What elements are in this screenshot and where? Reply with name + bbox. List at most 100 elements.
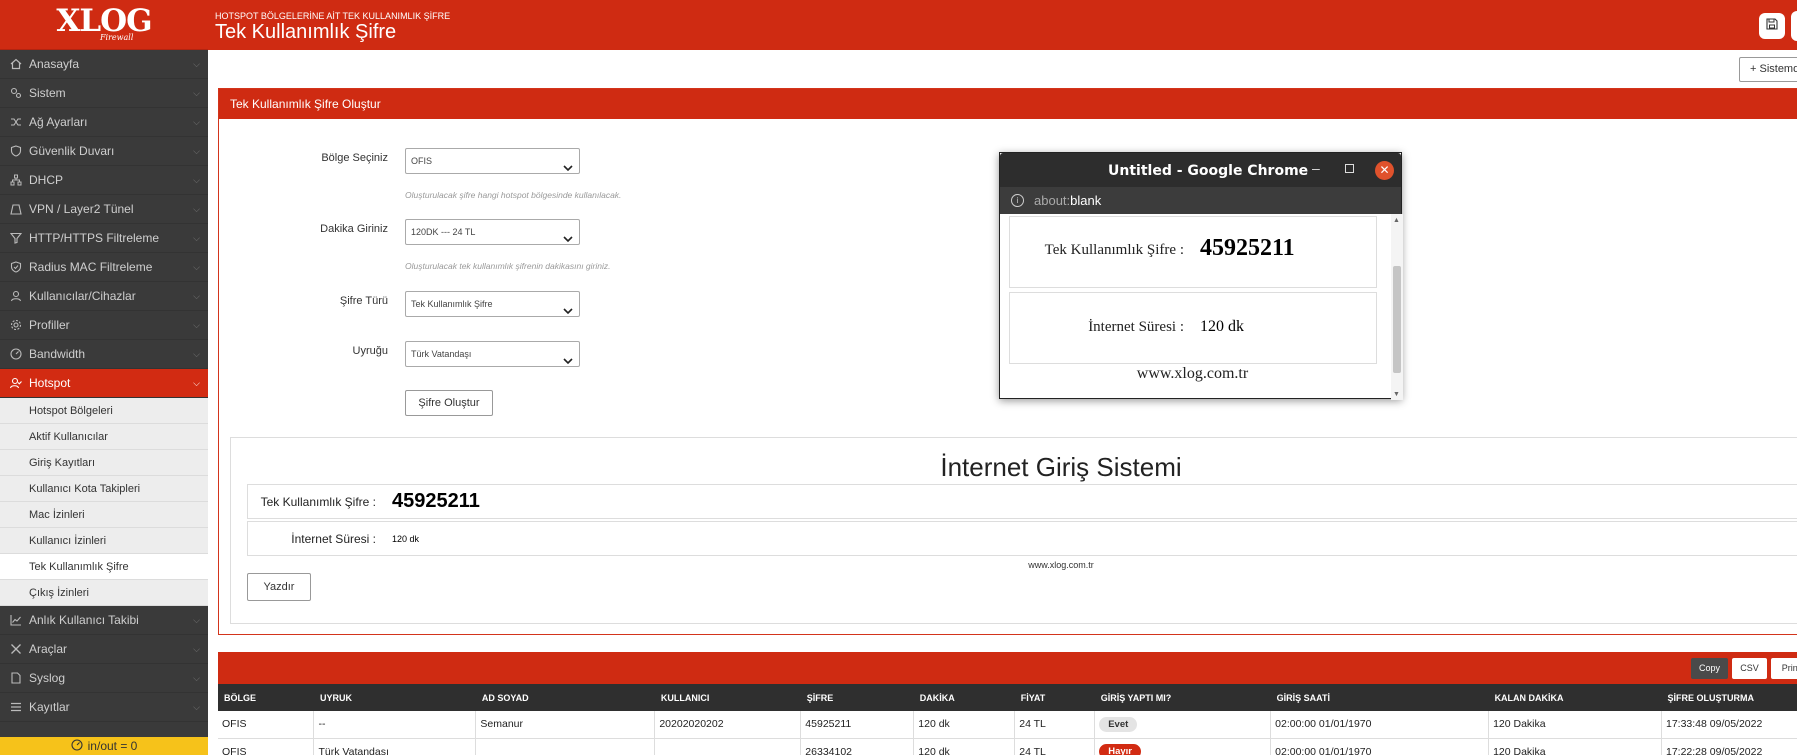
add-system-button[interactable]: + Sistemd <box>1739 57 1797 82</box>
sidebar-item-radius-mac[interactable]: Radius MAC Filtreleme ⌵ <box>0 253 208 282</box>
gauge-icon <box>9 347 23 361</box>
sidebar-item-anasayfa[interactable]: Anasayfa ⌵ <box>0 50 208 79</box>
table-cell: 02:00:00 01/01/1970 <box>1270 711 1490 739</box>
status-badge: Evet <box>1099 716 1138 732</box>
column-header[interactable]: BÖLGE <box>218 684 314 711</box>
sidebar-subitem-kota-takipleri[interactable]: Kullanıcı Kota Takipleri <box>0 476 208 502</box>
column-header[interactable]: DAKİKA <box>913 684 1015 711</box>
table-cell <box>654 738 802 755</box>
sidebar-item-kullanicilar[interactable]: Kullanıcılar/Cihazlar ⌵ <box>0 282 208 311</box>
chevron-down-icon <box>563 300 573 324</box>
print-time-value: 120 dk <box>392 534 420 544</box>
sidebar-subitem-aktif-kullanicilar[interactable]: Aktif Kullanıcılar <box>0 424 208 450</box>
password-type-select[interactable]: Tek Kullanımlık Şifre <box>405 291 580 317</box>
close-icon: ✕ <box>1379 163 1390 177</box>
table-row[interactable]: OFIS -- Semanur 20202020202 45925211 120… <box>218 711 1797 739</box>
sidebar-item-profiller[interactable]: Profiller ⌵ <box>0 311 208 340</box>
header-button-edge[interactable] <box>1791 11 1797 41</box>
popup-password-value: 45925211 <box>1200 235 1295 261</box>
chevron-down-icon: ⌵ <box>193 615 200 625</box>
sidebar-item-sistem[interactable]: Sistem ⌵ <box>0 79 208 108</box>
scroll-down-icon[interactable]: ▼ <box>1393 390 1400 398</box>
table-cell: 120 Dakika <box>1488 711 1662 739</box>
print-button[interactable]: Yazdır <box>247 573 311 601</box>
minutes-select-value: 120DK --- 24 TL <box>411 227 476 237</box>
sidebar-item-vpn[interactable]: VPN / Layer2 Tünel ⌵ <box>0 195 208 224</box>
sidebar-item-hotspot[interactable]: Hotspot ⌵ <box>0 369 208 398</box>
copy-button[interactable]: Copy <box>1691 658 1728 679</box>
popup-addressbar[interactable]: i about:blank <box>1000 187 1401 214</box>
sidebar-subitem-hotspot-bolgeleri[interactable]: Hotspot Bölgeleri <box>0 398 208 424</box>
column-header[interactable]: AD SOYAD <box>475 684 655 711</box>
save-button[interactable] <box>1759 13 1785 39</box>
logo[interactable]: XLOG Firewall <box>0 0 208 50</box>
sidebar-item-ag-ayarlari[interactable]: Ağ Ayarları ⌵ <box>0 108 208 137</box>
password-type-value: Tek Kullanımlık Şifre <box>411 299 493 309</box>
sidebar-subitem-giris-kayitlari[interactable]: Giriş Kayıtları <box>0 450 208 476</box>
sidebar-item-syslog[interactable]: Syslog ⌵ <box>0 664 208 693</box>
shield-icon <box>9 144 23 158</box>
table-cell: Türk Vatandaşı <box>313 738 477 755</box>
vpn-icon <box>9 202 23 216</box>
gear-icon <box>9 318 23 332</box>
sidebar-subitem-cikis-izinleri[interactable]: Çıkış İzinleri <box>0 580 208 606</box>
sidebar-item-http-filtreleme[interactable]: HTTP/HTTPS Filtreleme ⌵ <box>0 224 208 253</box>
chevron-down-icon: ⌵ <box>193 262 200 272</box>
create-password-button[interactable]: Şifre Oluştur <box>405 390 493 416</box>
popup-time-box: İnternet Süresi : 120 dk <box>1009 292 1377 364</box>
column-header[interactable]: KULLANICI <box>654 684 801 711</box>
column-header[interactable]: ŞİFRE <box>800 684 914 711</box>
nationality-select[interactable]: Türk Vatandaşı <box>405 341 580 367</box>
popup-content: Tek Kullanımlık Şifre : 45925211 İnterne… <box>1000 214 1403 400</box>
chevron-down-icon: ⌵ <box>193 117 200 127</box>
popup-time-label: İnternet Süresi : <box>1088 319 1184 335</box>
chevron-down-icon: ⌵ <box>193 146 200 156</box>
print-title: İnternet Giriş Sistemi <box>940 452 1182 482</box>
table-row[interactable]: OFIS Türk Vatandaşı 26334102 120 dk 24 T… <box>218 738 1797 755</box>
table-cell: 02:00:00 01/01/1970 <box>1270 738 1490 755</box>
column-header[interactable]: KALAN DAKİKA <box>1488 684 1662 711</box>
scroll-up-icon[interactable]: ▲ <box>1393 216 1400 224</box>
page-title: Tek Kullanımlık Şifre <box>215 21 397 43</box>
popup-title: Untitled - Google Chrome <box>1108 163 1309 179</box>
chevron-down-icon: ⌵ <box>193 233 200 243</box>
column-header[interactable]: GİRİŞ YAPTI MI? <box>1094 684 1271 711</box>
info-icon[interactable]: i <box>1011 194 1024 207</box>
popup-scrollbar[interactable]: ▲ ▼ <box>1391 214 1403 400</box>
sidebar-item-guvenlik-duvari[interactable]: Güvenlik Duvarı ⌵ <box>0 137 208 166</box>
sidebar-item-kayitlar[interactable]: Kayıtlar ⌵ <box>0 693 208 722</box>
column-header[interactable]: FİYAT <box>1014 684 1095 711</box>
print-table-button[interactable]: Print <box>1771 658 1797 679</box>
scrollbar-thumb[interactable] <box>1393 266 1401 373</box>
close-button[interactable]: ✕ <box>1375 161 1394 180</box>
minutes-select[interactable]: 120DK --- 24 TL <box>405 219 580 245</box>
region-select[interactable]: OFIS <box>405 148 580 174</box>
sidebar-item-dhcp[interactable]: DHCP ⌵ <box>0 166 208 195</box>
gauge-icon <box>71 738 83 754</box>
filter-icon <box>9 231 23 245</box>
sidebar-subitem-mac-izinleri[interactable]: Mac İzinleri <box>0 502 208 528</box>
sidebar-subitem-kullanici-izinleri[interactable]: Kullanıcı İzinleri <box>0 528 208 554</box>
region-label: Bölge Seçiniz <box>321 152 388 164</box>
popup-titlebar[interactable]: Untitled - Google Chrome – ✕ <box>1000 153 1401 187</box>
logo-subtitle: Firewall <box>100 33 134 42</box>
sidebar-item-bandwidth[interactable]: Bandwidth ⌵ <box>0 340 208 369</box>
minimize-button[interactable]: – <box>1312 160 1320 176</box>
column-header[interactable]: ŞİFRE OLUŞTURMA <box>1661 684 1797 711</box>
inout-text: in/out = 0 <box>87 739 138 753</box>
print-preview-area: İnternet Giriş Sistemi Tek Kullanımlık Ş… <box>230 437 1797 624</box>
column-header[interactable]: UYRUK <box>313 684 476 711</box>
maximize-button[interactable] <box>1345 164 1354 173</box>
csv-button[interactable]: CSV <box>1732 658 1767 679</box>
sidebar-item-anlik-kullanici[interactable]: Anlık Kullanıcı Takibi ⌵ <box>0 606 208 635</box>
sidebar-item-label: VPN / Layer2 Tünel <box>29 202 134 216</box>
file-icon <box>9 671 23 685</box>
sidebar-item-label: Kullanıcılar/Cihazlar <box>29 289 136 303</box>
sidebar-item-label: Profiller <box>29 318 70 332</box>
sidebar-subitem-tek-kullanimlik-sifre[interactable]: Tek Kullanımlık Şifre <box>0 554 208 580</box>
sidebar-item-araclar[interactable]: Araçlar ⌵ <box>0 635 208 664</box>
sidebar-item-label: DHCP <box>29 173 64 187</box>
sidebar-item-label: HTTP/HTTPS Filtreleme <box>29 231 160 245</box>
password-type-label: Şifre Türü <box>339 295 388 307</box>
column-header[interactable]: GİRİŞ SAATİ <box>1270 684 1489 711</box>
